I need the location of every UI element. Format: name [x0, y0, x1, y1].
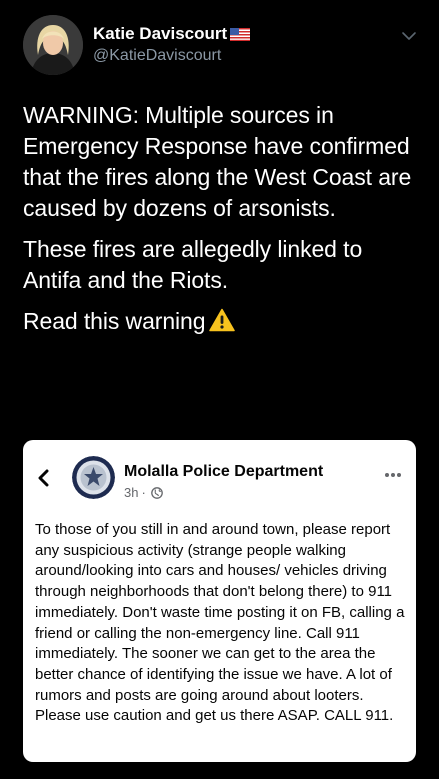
meta-separator: ·	[141, 485, 146, 500]
embedded-screenshot-card[interactable]: Molalla Police Department 3h · To those …	[23, 440, 416, 762]
avatar[interactable]	[23, 15, 83, 75]
page-name[interactable]: Molalla Police Department	[124, 463, 323, 481]
display-name-row: Katie Daviscourt	[93, 24, 251, 44]
more-options-icon[interactable]	[384, 472, 402, 478]
display-name[interactable]: Katie Daviscourt	[93, 24, 227, 44]
globe-icon	[150, 486, 163, 499]
tweet-paragraph: WARNING: Multiple sources in Emergency R…	[23, 102, 412, 221]
tweet-paragraph-text: Read this warning	[23, 308, 206, 334]
tweet-paragraph: These fires are allegedly linked to Anti…	[23, 234, 423, 296]
post-body: To those of you still in and around town…	[35, 521, 405, 725]
back-arrow-icon[interactable]	[37, 469, 51, 487]
user-info: Katie Daviscourt @KatieDaviscourt	[93, 24, 251, 67]
warning-icon	[209, 308, 236, 332]
user-handle[interactable]: @KatieDaviscourt	[93, 45, 250, 67]
post-time[interactable]: 3h	[124, 485, 138, 500]
tweet-paragraph-text: These fires are allegedly linked to Anti…	[23, 236, 363, 293]
tweet-text: WARNING: Multiple sources in Emergency R…	[23, 100, 423, 347]
tweet: Katie Daviscourt @KatieDaviscourt WARNIN…	[0, 0, 439, 779]
post-meta: 3h ·	[124, 485, 163, 500]
police-badge-logo[interactable]	[72, 456, 115, 499]
tweet-paragraph: Read this warning	[23, 306, 423, 337]
chevron-down-icon[interactable]	[401, 28, 417, 44]
us-flag-icon	[230, 27, 251, 41]
